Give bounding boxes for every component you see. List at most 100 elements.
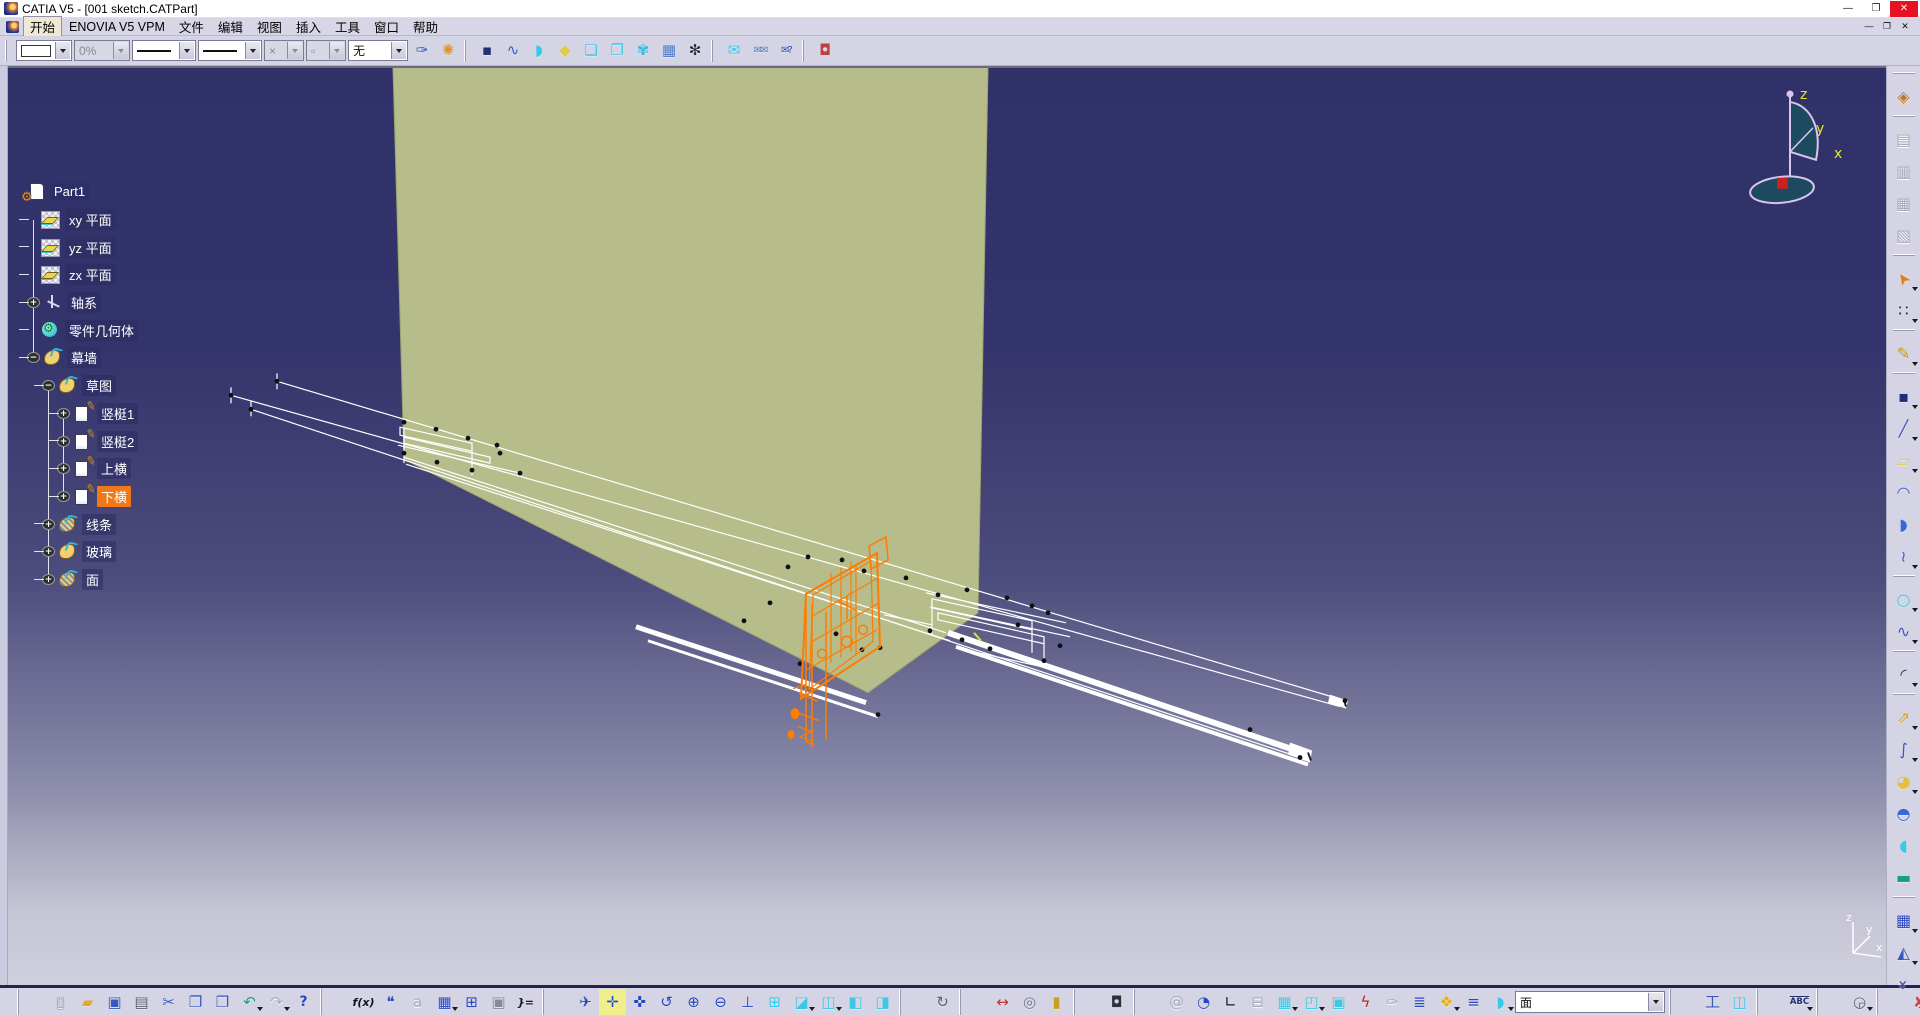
tree-item-label[interactable]: zx 平面 [65, 264, 116, 286]
menu-edit[interactable]: 编辑 [211, 16, 250, 37]
expand-toggle[interactable]: + [57, 407, 70, 419]
view-compass[interactable]: z y x [1749, 87, 1842, 206]
tree-item-face-set[interactable]: + 面 [12, 566, 138, 594]
painter-icon[interactable]: ✑ [409, 38, 435, 64]
spline-icon[interactable]: ∿ [1890, 616, 1918, 648]
expand-toggle[interactable]: − [27, 352, 40, 364]
extract-icon[interactable]: ◖ [1890, 830, 1918, 862]
sketch-support-icon[interactable]: ◰ [1298, 989, 1325, 1015]
tree-expand-icon[interactable]: ≣ [1406, 989, 1433, 1015]
fly-mode-icon[interactable]: ✈ [572, 989, 599, 1015]
point-icon[interactable]: ▪ [1890, 381, 1918, 413]
measure-item-icon[interactable]: ◎ [1016, 989, 1043, 1015]
axis-system-icon[interactable]: ∟ [1217, 989, 1244, 1015]
corner-icon[interactable]: ◜ [1890, 659, 1918, 691]
dimension-box-icon[interactable]: ◫ [1726, 989, 1753, 1015]
plane-display-icon[interactable]: ◆ [552, 38, 578, 64]
lock-icon[interactable]: ▣ [485, 989, 512, 1015]
menu-help[interactable]: 帮助 [406, 16, 445, 37]
tree-item-label[interactable]: 面 [82, 568, 104, 590]
tree-item-label[interactable]: xy 平面 [65, 209, 116, 231]
knowledge-inspector-icon[interactable]: ◔ [1190, 989, 1217, 1015]
tree-item-label[interactable]: 竖梃2 [97, 430, 139, 452]
tree-item-label[interactable]: 零件几何体 [65, 319, 139, 341]
paste-icon[interactable]: ❒ [209, 989, 236, 1015]
measure-inertia-icon[interactable]: ▮ [1043, 989, 1070, 1015]
volume-edges-display-icon[interactable]: ❐ [604, 38, 630, 64]
tree-item-xy-plane[interactable]: xy 平面 [12, 206, 138, 234]
print-icon[interactable]: ▤ [128, 989, 155, 1015]
tree-item-curtain-wall[interactable]: − 幕墙 [12, 344, 138, 372]
expand-toggle[interactable]: + [42, 546, 55, 558]
tree-item-label[interactable]: 上横 [97, 458, 132, 480]
tree-item-axis-system[interactable]: + 轴系 [12, 289, 138, 317]
menu-start[interactable]: 开始 [23, 16, 63, 37]
mail-help-icon[interactable]: ✉? [773, 38, 799, 64]
catalog-1-icon[interactable]: ▤ [1890, 124, 1918, 156]
tree-item-mullion-2[interactable]: + 竖梃2 [12, 427, 139, 455]
tree-item-label[interactable]: 玻璃 [82, 541, 117, 563]
redo-icon[interactable]: ↷ [263, 989, 290, 1015]
dimension-frame-icon[interactable]: 工 [1699, 989, 1726, 1015]
curtain-wall-face[interactable] [392, 68, 989, 694]
send-mail-icon[interactable]: ✉ [721, 38, 747, 64]
workbench-icon[interactable]: ◈ [1890, 81, 1918, 113]
extrude-surface-icon[interactable]: ◠ [1890, 477, 1918, 509]
point-display-icon[interactable]: ▪ [474, 38, 500, 64]
join-icon[interactable]: ▦ [1890, 905, 1918, 937]
expand-toggle[interactable]: + [57, 463, 70, 475]
dropdown-arrow[interactable] [55, 42, 70, 59]
render-style-select[interactable]: 无 [348, 40, 408, 61]
painter-wizard-icon[interactable]: ✺ [435, 38, 461, 64]
line-icon[interactable]: ╱ [1890, 413, 1918, 445]
mdi-restore-button[interactable]: ❐ [1880, 21, 1894, 32]
zoom-in-icon[interactable]: ⊕ [680, 989, 707, 1015]
menu-window[interactable]: 窗口 [367, 16, 406, 37]
power-copy-icon[interactable]: @ [1163, 989, 1190, 1015]
tree-item-label[interactable]: yz 平面 [65, 236, 116, 258]
expand-toggle[interactable]: − [42, 380, 55, 392]
active-element-combo[interactable]: 面 [1515, 991, 1665, 1013]
menu-tools[interactable]: 工具 [328, 16, 367, 37]
tree-item-label[interactable]: 草图 [82, 375, 117, 397]
catalog-3-icon[interactable]: ▦ [1890, 188, 1918, 220]
hide-show-icon[interactable]: ◧ [842, 989, 869, 1015]
viewport-canvas[interactable]: z y x z y x [8, 68, 1886, 985]
tree-item-lines-set[interactable]: + 线条 [12, 510, 138, 538]
menu-insert[interactable]: 插入 [289, 16, 328, 37]
open-icon[interactable]: ▰ [74, 989, 101, 1015]
history-list-icon[interactable]: ≡ [1460, 989, 1487, 1015]
multi-select-icon[interactable]: ∷ [1890, 295, 1918, 327]
mdi-minimize-button[interactable]: — [1862, 21, 1876, 32]
menu-enovia[interactable]: ENOVIA V5 VPM [62, 19, 172, 35]
multi-extract-icon[interactable]: ▬ [1890, 862, 1918, 894]
volume-display-icon[interactable]: ❏ [578, 38, 604, 64]
cut-icon[interactable]: ✂ [155, 989, 182, 1015]
expand-toggle[interactable]: + [57, 490, 70, 502]
blend-surface-icon[interactable]: ◓ [1890, 798, 1918, 830]
multi-view-icon[interactable]: ⊞ [761, 989, 788, 1015]
tree-item-sketches-set[interactable]: − 草图 [12, 372, 138, 400]
render-style-icon[interactable]: ◫ [815, 989, 842, 1015]
layer-select[interactable]: ▫ [306, 40, 346, 61]
turntable-icon[interactable]: ↻ [929, 989, 956, 1015]
split-icon[interactable]: ◭ [1890, 937, 1918, 969]
swept-surface-icon[interactable]: ∫ [1890, 734, 1918, 766]
tree-item-top-transom[interactable]: + 上横 [12, 455, 138, 483]
tree-item-label[interactable]: 竖梃1 [97, 402, 139, 424]
zoom-out-icon[interactable]: ⊖ [707, 989, 734, 1015]
copy-icon[interactable]: ❐ [182, 989, 209, 1015]
surface-display-icon[interactable]: ◗ [526, 38, 552, 64]
tree-item-label[interactable]: 轴系 [67, 292, 102, 314]
iso-view-icon[interactable]: ◪ [788, 989, 815, 1015]
fill-surface-icon[interactable]: ◕ [1890, 766, 1918, 798]
camera-icon[interactable]: ◘ [1103, 989, 1130, 1015]
swap-visible-space-icon[interactable]: ◨ [869, 989, 896, 1015]
equivalent-dimensions-icon[interactable]: }= [512, 989, 539, 1015]
tree-item-label[interactable]: 下横 [97, 485, 132, 507]
spheres-icon[interactable]: ✾ [630, 38, 656, 64]
expand-toggle[interactable]: + [57, 435, 70, 447]
tree-item-part1[interactable]: Part1 [12, 178, 138, 206]
dropdown-arrow[interactable] [329, 42, 344, 59]
design-table-icon[interactable]: ▦ [431, 989, 458, 1015]
